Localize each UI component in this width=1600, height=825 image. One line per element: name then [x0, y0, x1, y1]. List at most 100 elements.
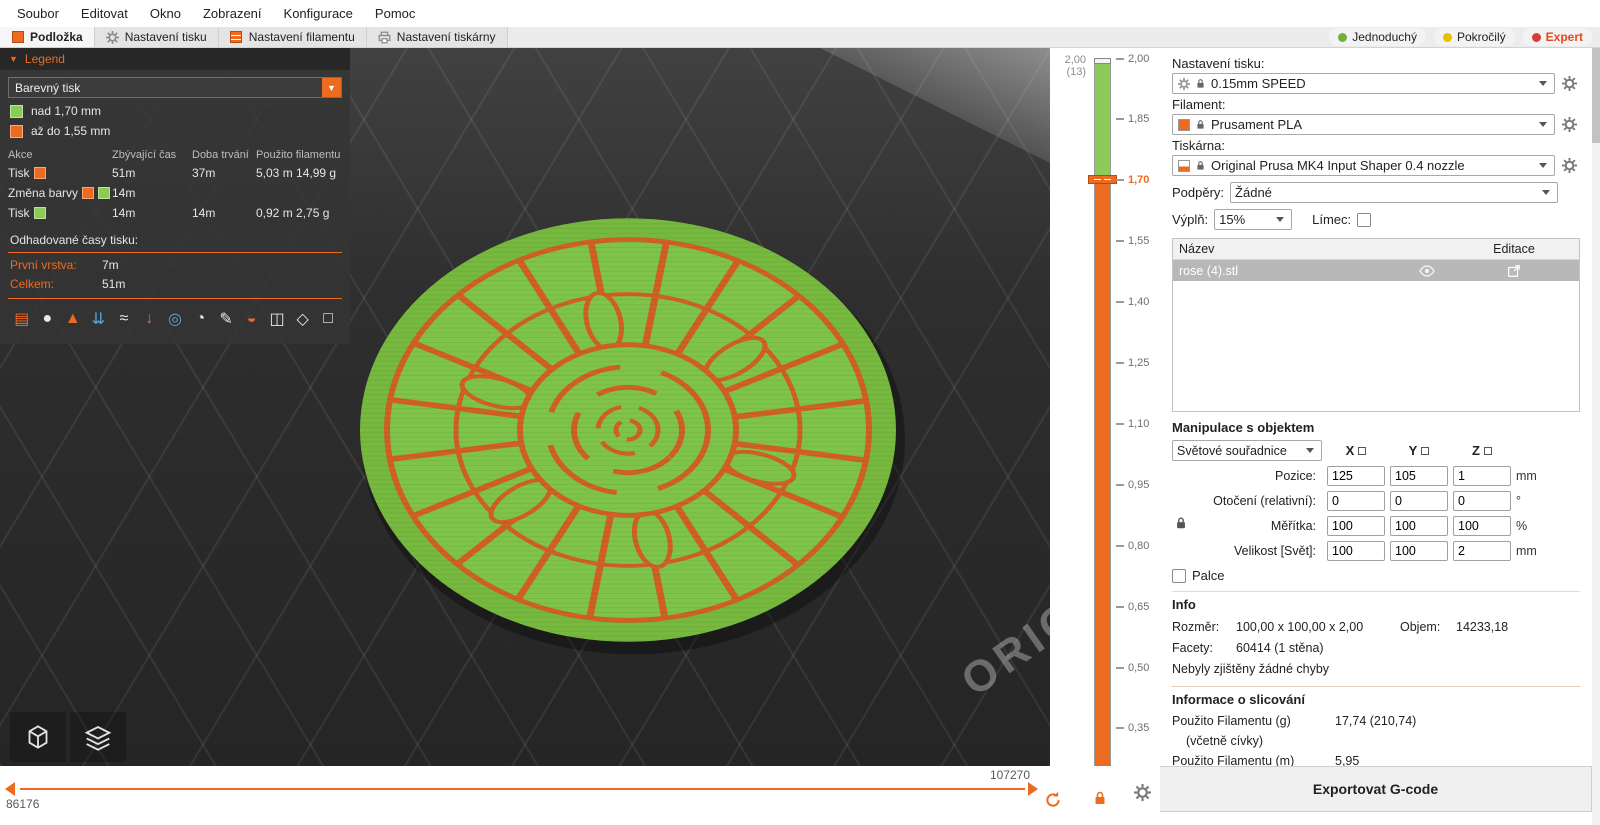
estimate-row: Celkem: 51m	[8, 277, 342, 291]
tab-print-settings[interactable]: Nastavení tisku	[95, 27, 219, 47]
hslider-right-arrow[interactable]	[1028, 782, 1038, 796]
range-swatch-orange	[10, 125, 23, 138]
filament-swatch-orange	[34, 167, 46, 179]
sidebar: Nastavení tisku: 0.15mm SPEED Filament: …	[1160, 48, 1592, 766]
infill-combo[interactable]: 15%	[1214, 209, 1292, 230]
position-z-input[interactable]	[1453, 466, 1511, 486]
uniform-scale-lock-icon[interactable]	[1174, 516, 1188, 530]
layer-slider-upper-handle[interactable]	[1094, 58, 1111, 64]
view-mode-value: Barevný tisk	[15, 81, 80, 95]
volumetric-view-icon[interactable]: ◫	[266, 307, 288, 331]
view-mode-select[interactable]: Barevný tisk ▼	[8, 77, 342, 98]
print-settings-gear-button[interactable]	[1558, 73, 1580, 94]
scrollbar-thumb[interactable]	[1592, 48, 1600, 143]
tool-view-icon[interactable]: ✎	[215, 307, 237, 331]
view-mode-dropdown-arrow[interactable]: ▼	[322, 78, 341, 97]
volume-label: Objem:	[1400, 617, 1450, 638]
filament-value: Prusament PLA	[1211, 117, 1302, 132]
mode-expert-button[interactable]: Expert	[1523, 28, 1592, 46]
filament-gear-button[interactable]	[1558, 114, 1580, 135]
mode-simple-button[interactable]: Jednoduchý	[1329, 28, 1426, 46]
legend-header[interactable]: ▼ Legend	[0, 48, 350, 70]
flow-view-icon[interactable]: ↓	[139, 307, 161, 331]
menu-item-pomoc[interactable]: Pomoc	[364, 1, 426, 26]
object-row-selected[interactable]: rose (4).stl	[1173, 260, 1579, 281]
rotation-z-input[interactable]	[1453, 491, 1511, 511]
mode-advanced-button[interactable]: Pokročilý	[1434, 28, 1515, 46]
hslider-track[interactable]	[20, 788, 1025, 790]
printer-combo[interactable]: Original Prusa MK4 Input Shaper 0.4 nozz…	[1172, 155, 1555, 176]
color-print-view-icon[interactable]: ▤	[11, 307, 33, 331]
coord-system-combo[interactable]: Světové souřadnice	[1172, 440, 1322, 461]
main-area: ORIG ▼ Legend Barevný tisk ▼ nad 1,70 mm	[0, 48, 1600, 825]
export-gcode-button[interactable]: Exportovat G-code	[1160, 766, 1592, 812]
filament-combo[interactable]: Prusament PLA	[1172, 114, 1555, 135]
fan-speed-view-icon[interactable]: ◎	[164, 307, 186, 331]
axis-y-header: Y	[1390, 443, 1448, 458]
filament-swatch-green	[34, 207, 46, 219]
axis-y-icon	[1421, 447, 1429, 455]
width-view-icon[interactable]: ≈	[113, 307, 135, 331]
view-3d-button[interactable]	[10, 712, 66, 762]
tab-printer-settings[interactable]: Nastavení tiskárny	[367, 27, 508, 47]
tab-filament-settings[interactable]: Nastavení filamentu	[219, 27, 367, 47]
layer-tick-1,40: 1,40	[1116, 296, 1149, 309]
shells-view-icon[interactable]: ◇	[292, 307, 314, 331]
size-z-input[interactable]	[1453, 541, 1511, 561]
table-row: Tisk 51m 37m 5,03 m 14,99 g	[8, 163, 342, 183]
layer-tick-1,85: 1,85	[1116, 113, 1149, 126]
sidebar-scrollbar[interactable]	[1592, 48, 1600, 825]
position-x-input[interactable]	[1327, 466, 1385, 486]
inches-checkbox[interactable]	[1172, 569, 1186, 583]
supports-label: Podpěry:	[1172, 185, 1224, 200]
layer-slider-bar[interactable]	[1094, 58, 1111, 788]
tab-plater[interactable]: Podložka	[0, 27, 95, 47]
supports-combo[interactable]: Žádné	[1230, 182, 1558, 203]
filament-icon	[230, 31, 243, 44]
filament-used-m-value: 5,95	[1335, 752, 1580, 766]
print-settings-value: 0.15mm SPEED	[1211, 76, 1306, 91]
brim-checkbox[interactable]	[1357, 213, 1371, 227]
size-y-input[interactable]	[1390, 541, 1448, 561]
column-editace: Editace	[1449, 242, 1579, 256]
eye-icon[interactable]	[1419, 263, 1435, 279]
scale-z-input[interactable]	[1453, 516, 1511, 536]
position-unit: mm	[1516, 469, 1546, 483]
mode-switcher: Jednoduchý Pokročilý Expert	[1329, 27, 1600, 47]
edit-object-icon[interactable]	[1507, 264, 1521, 278]
print-settings-combo[interactable]: 0.15mm SPEED	[1172, 73, 1555, 94]
travels-view-icon[interactable]: □	[317, 307, 339, 331]
menu-item-konfigurace[interactable]: Konfigurace	[273, 1, 364, 26]
view-preview-button[interactable]	[70, 712, 126, 762]
slider-lock-icon[interactable]	[1092, 790, 1108, 806]
height-view-icon[interactable]: ▲	[62, 307, 84, 331]
temperature-view-icon[interactable]: ◒	[241, 307, 263, 331]
slider-settings-gear-icon[interactable]	[1134, 784, 1151, 801]
printer-label: Tiskárna:	[1172, 138, 1580, 153]
paint-view-icon[interactable]: ●	[37, 307, 59, 331]
scale-y-input[interactable]	[1390, 516, 1448, 536]
cube-icon	[21, 720, 55, 754]
rotation-y-input[interactable]	[1390, 491, 1448, 511]
col-header: Použito filamentu	[256, 147, 342, 163]
layer-tick-2,00: 2,00	[1116, 52, 1149, 65]
scale-x-input[interactable]	[1327, 516, 1385, 536]
speed-view-icon[interactable]: ⇊	[88, 307, 110, 331]
rotation-x-input[interactable]	[1327, 491, 1385, 511]
size-x-input[interactable]	[1327, 541, 1385, 561]
axis-x-icon	[1358, 447, 1366, 455]
position-y-input[interactable]	[1390, 466, 1448, 486]
printer-gear-button[interactable]	[1558, 155, 1580, 176]
lock-icon	[1195, 119, 1206, 130]
menu-item-zobrazení[interactable]: Zobrazení	[192, 1, 273, 26]
menu-item-editovat[interactable]: Editovat	[70, 1, 139, 26]
hslider-left-arrow[interactable]	[5, 782, 15, 796]
info-title: Info	[1172, 597, 1580, 612]
time-view-icon[interactable]: ◔	[190, 307, 212, 331]
inches-label: Palce	[1192, 568, 1225, 583]
undo-icon[interactable]	[1044, 790, 1062, 808]
menu-item-soubor[interactable]: Soubor	[6, 1, 70, 26]
layer-slider-thumb[interactable]	[1088, 175, 1117, 184]
axis-z-icon	[1484, 447, 1492, 455]
menu-item-okno[interactable]: Okno	[139, 1, 192, 26]
